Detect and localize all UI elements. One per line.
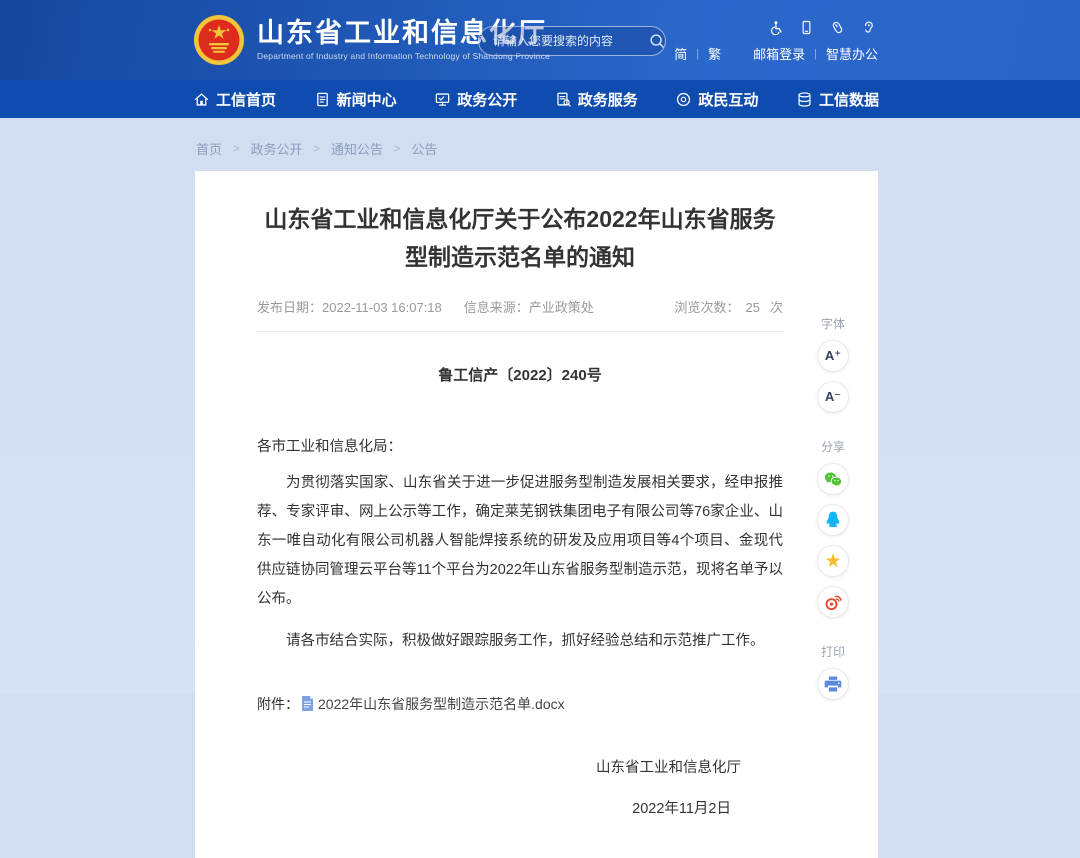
nav-item-gov-info[interactable]: 政务公开: [434, 89, 517, 110]
main-nav: 工信首页 新闻中心 政务公开 政务服务 政民互动 工信数据: [0, 80, 1080, 118]
signature-date: 2022年11月2日: [257, 797, 783, 818]
breadcrumb-separator: >: [233, 143, 239, 155]
publish-date-value: 2022-11-03 16:07:18: [322, 300, 442, 315]
share-qzone-button[interactable]: ★: [817, 545, 849, 577]
breadcrumb-notices[interactable]: 通知公告: [331, 139, 383, 158]
home-icon: [193, 91, 210, 108]
national-emblem-icon: [193, 14, 245, 66]
search-box[interactable]: [478, 26, 666, 56]
font-increase-button[interactable]: A⁺: [817, 340, 849, 372]
share-label: 分享: [821, 438, 845, 455]
nav-item-gov-service[interactable]: 政务服务: [555, 89, 638, 110]
article-paragraph: 请各市结合实际，积极做好跟踪服务工作，抓好经验总结和示范推广工作。: [257, 627, 783, 656]
nav-item-news[interactable]: 新闻中心: [314, 89, 397, 110]
mobile-icon[interactable]: [799, 20, 814, 35]
traditional-chinese-link[interactable]: 繁: [708, 44, 721, 63]
print-label: 打印: [821, 643, 845, 660]
database-icon: [796, 91, 813, 108]
source-value: 产业政策处: [529, 300, 594, 315]
qq-icon: [823, 510, 843, 530]
share-wechat-button[interactable]: [817, 463, 849, 495]
article-tools: 字体 A⁺ A⁻ 分享 ★ 打印: [800, 311, 866, 709]
article-paragraph: 为贯彻落实国家、山东省关于进一步促进服务型制造发展相关要求，经申报推荐、专家评审…: [257, 469, 783, 614]
font-size-label: 字体: [821, 315, 845, 332]
views-label: 浏览次数：: [675, 300, 740, 315]
font-decrease-button[interactable]: A⁻: [817, 381, 849, 413]
search-icon[interactable]: [648, 32, 666, 50]
article-meta: 发布日期：2022-11-03 16:07:18 信息来源：产业政策处 浏览次数…: [257, 297, 783, 332]
mail-login-link[interactable]: 邮箱登录: [753, 44, 805, 63]
smart-office-link[interactable]: 智慧办公: [826, 44, 878, 63]
weibo-icon: [823, 592, 843, 612]
breadcrumb: 首页 > 政务公开 > 通知公告 > 公告: [0, 118, 1080, 171]
qzone-star-icon: ★: [824, 552, 841, 571]
printer-icon: [823, 674, 843, 694]
interaction-icon: [675, 91, 692, 108]
hearing-icon[interactable]: [861, 20, 876, 35]
divider: |: [814, 48, 817, 60]
signature-org: 山东省工业和信息化厅: [257, 756, 783, 777]
mouse-icon[interactable]: [830, 20, 845, 35]
nav-item-data[interactable]: 工信数据: [796, 89, 879, 110]
accessibility-icon[interactable]: [768, 20, 783, 35]
share-qq-button[interactable]: [817, 504, 849, 536]
article-title: 山东省工业和信息化厅关于公布2022年山东省服务型制造示范名单的通知: [257, 201, 783, 277]
source-label: 信息来源：: [464, 300, 529, 315]
document-number: 鲁工信产〔2022〕240号: [257, 364, 783, 385]
simplified-chinese-link[interactable]: 简: [674, 44, 687, 63]
print-button[interactable]: [817, 668, 849, 700]
share-weibo-button[interactable]: [817, 586, 849, 618]
word-file-icon: [301, 696, 314, 711]
breadcrumb-separator: >: [394, 143, 400, 155]
breadcrumb-separator: >: [313, 143, 319, 155]
nav-item-interaction[interactable]: 政民互动: [675, 89, 758, 110]
divider: |: [696, 48, 699, 60]
publish-date-label: 发布日期：: [257, 300, 322, 315]
views-unit: 次: [770, 300, 783, 315]
breadcrumb-gov-info[interactable]: 政务公开: [250, 139, 302, 158]
search-input[interactable]: [493, 34, 648, 48]
site-header: 山东省工业和信息化厅 Department of Industry and In…: [0, 0, 1080, 80]
page-background: 首页 > 政务公开 > 通知公告 > 公告 山东省工业和信息化厅关于公布2022…: [0, 118, 1080, 693]
views-count: 25: [746, 300, 760, 315]
monitor-icon: [434, 91, 451, 108]
news-icon: [314, 91, 331, 108]
service-doc-icon: [555, 91, 572, 108]
breadcrumb-home[interactable]: 首页: [196, 139, 222, 158]
attachment-row: 附件： 2022年山东省服务型制造示范名单.docx: [257, 694, 783, 714]
nav-item-home[interactable]: 工信首页: [193, 89, 276, 110]
breadcrumb-current[interactable]: 公告: [411, 139, 437, 158]
salutation: 各市工业和信息化局：: [257, 435, 783, 456]
wechat-icon: [823, 469, 843, 489]
article-card: 山东省工业和信息化厅关于公布2022年山东省服务型制造示范名单的通知 发布日期：…: [195, 171, 878, 858]
attachment-label: 附件：: [257, 694, 299, 714]
attachment-link[interactable]: 2022年山东省服务型制造示范名单.docx: [318, 694, 565, 714]
